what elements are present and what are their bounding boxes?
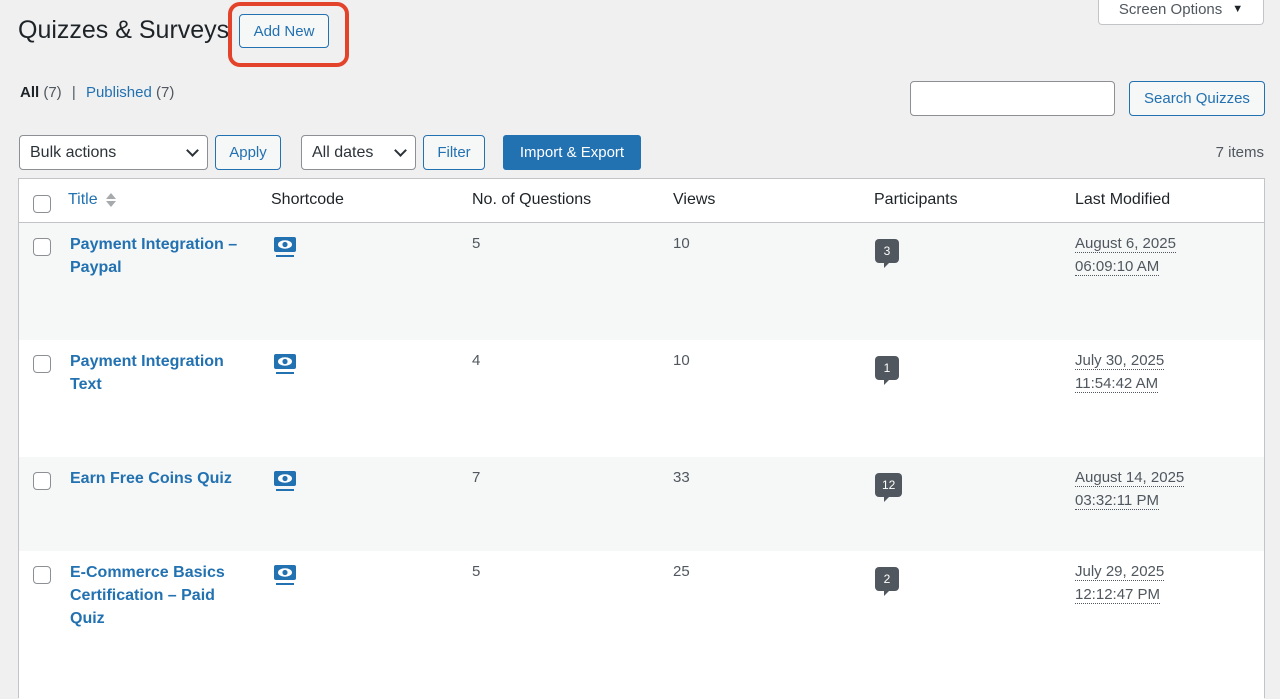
views-count: 33 <box>673 469 690 486</box>
view-published-count: (7) <box>156 84 175 101</box>
view-published-link[interactable]: Published <box>86 84 152 101</box>
items-count: 7 items <box>1215 144 1264 161</box>
views-count: 25 <box>673 563 690 580</box>
table-row: Payment Integration Text 4 10 1 July 30,… <box>19 340 1264 457</box>
row-checkbox[interactable] <box>33 472 51 490</box>
last-modified-date: August 14, 2025 03:32:11 PM <box>1075 466 1185 512</box>
views-count: 10 <box>673 352 690 369</box>
views-separator: | <box>71 84 76 101</box>
last-modified-date: July 30, 2025 11:54:42 AM <box>1075 349 1165 395</box>
time-text: 03:32:11 PM <box>1075 492 1159 510</box>
date-text: August 6, 2025 <box>1075 235 1176 253</box>
questions-count: 4 <box>472 352 481 369</box>
time-text: 12:12:47 PM <box>1075 586 1161 604</box>
search-input[interactable] <box>910 81 1115 116</box>
select-all-checkbox[interactable] <box>33 195 51 213</box>
time-text: 11:54:42 AM <box>1075 375 1159 393</box>
quiz-title-link[interactable]: Payment Integration – Paypal <box>70 233 255 279</box>
questions-count: 5 <box>472 563 481 580</box>
shortcode-icon[interactable] <box>273 469 297 493</box>
participants-bubble[interactable]: 12 <box>875 473 903 502</box>
dates-filter-select[interactable]: All dates <box>301 135 416 170</box>
quiz-title-link[interactable]: Payment Integration Text <box>70 350 255 396</box>
caret-down-icon: ▼ <box>1232 3 1244 15</box>
participants-bubble[interactable]: 2 <box>875 567 899 596</box>
quiz-title-link[interactable]: Earn Free Coins Quiz <box>70 467 270 490</box>
column-title-header[interactable]: Title <box>68 191 117 209</box>
column-participants-header: Participants <box>874 191 958 208</box>
view-all-count: (7) <box>43 84 62 101</box>
participants-bubble[interactable]: 1 <box>875 356 899 385</box>
status-views: All (7) | Published (7) <box>20 84 174 102</box>
table-row: Earn Free Coins Quiz 7 33 12 August 14, … <box>19 457 1264 551</box>
highlight-annotation <box>228 2 349 67</box>
shortcode-icon[interactable] <box>273 235 297 259</box>
date-text: August 14, 2025 <box>1075 469 1185 487</box>
last-modified-date: July 29, 2025 12:12:47 PM <box>1075 560 1165 606</box>
sort-icon[interactable] <box>106 192 117 208</box>
row-checkbox[interactable] <box>33 355 51 373</box>
time-text: 06:09:10 AM <box>1075 258 1160 276</box>
date-text: July 29, 2025 <box>1075 563 1165 581</box>
row-checkbox[interactable] <box>33 238 51 256</box>
last-modified-date: August 6, 2025 06:09:10 AM <box>1075 232 1176 278</box>
import-export-button[interactable]: Import & Export <box>503 135 641 170</box>
page-title: Quizzes & Surveys <box>18 16 230 44</box>
bulk-actions-select[interactable]: Bulk actions <box>19 135 208 170</box>
views-count: 10 <box>673 235 690 252</box>
table-header: Title Shortcode No. of Questions Views P… <box>19 179 1264 223</box>
screen-options-button[interactable]: Screen Options ▼ <box>1098 0 1264 25</box>
view-all-link[interactable]: All <box>20 84 39 101</box>
chevron-down-icon <box>186 143 199 157</box>
participants-bubble[interactable]: 3 <box>875 239 899 268</box>
column-views-header: Views <box>673 191 716 208</box>
questions-count: 7 <box>472 469 481 486</box>
column-questions-header: No. of Questions <box>472 191 592 208</box>
bulk-actions-value: Bulk actions <box>30 143 117 161</box>
apply-button[interactable]: Apply <box>215 135 281 170</box>
chevron-down-icon <box>394 143 407 157</box>
row-checkbox[interactable] <box>33 566 51 584</box>
column-title-label[interactable]: Title <box>68 191 98 208</box>
screen-options-label: Screen Options <box>1118 0 1223 18</box>
table-row: E-Commerce Basics Certification – Paid Q… <box>19 551 1264 699</box>
column-shortcode-header: Shortcode <box>271 191 344 208</box>
quizzes-table: Title Shortcode No. of Questions Views P… <box>18 178 1265 699</box>
search-quizzes-button[interactable]: Search Quizzes <box>1129 81 1265 116</box>
shortcode-icon[interactable] <box>273 352 297 376</box>
date-text: July 30, 2025 <box>1075 352 1165 370</box>
column-last-modified-header[interactable]: Last Modified <box>1075 191 1170 209</box>
questions-count: 5 <box>472 235 481 252</box>
filter-button[interactable]: Filter <box>423 135 485 170</box>
shortcode-icon[interactable] <box>273 563 297 587</box>
quiz-title-link[interactable]: E-Commerce Basics Certification – Paid Q… <box>70 561 245 630</box>
table-row: Payment Integration – Paypal 5 10 3 Augu… <box>19 223 1264 340</box>
dates-filter-value: All dates <box>312 143 374 161</box>
